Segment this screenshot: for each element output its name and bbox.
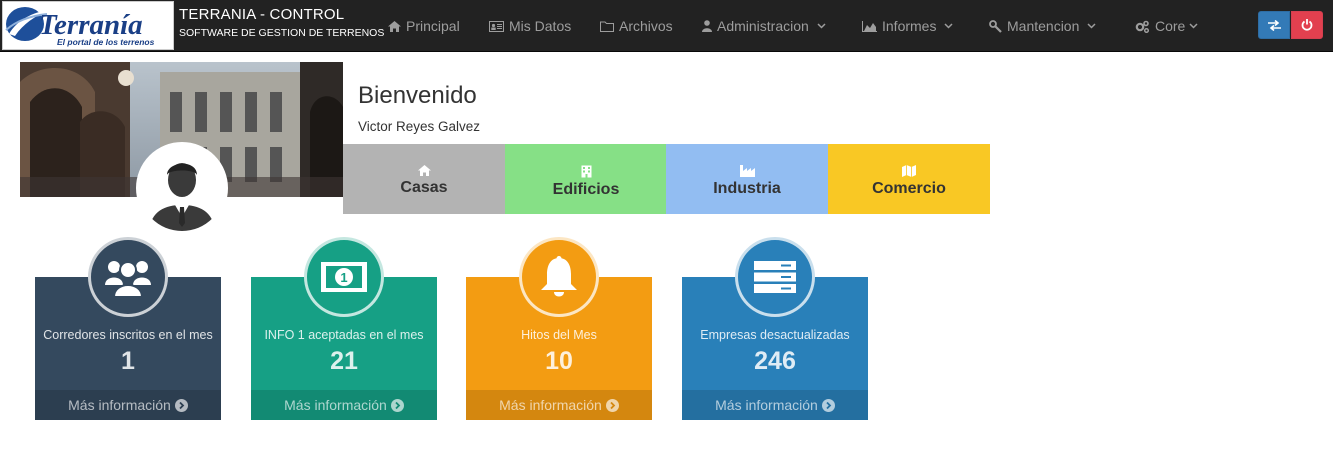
logout-button[interactable] <box>1291 11 1323 39</box>
user-icon <box>702 20 712 32</box>
category-label: Casas <box>400 179 448 196</box>
chevron-circle-right-icon <box>390 398 404 412</box>
more-info-link[interactable]: Más información <box>251 390 437 420</box>
brand: TERRANIA - CONTROL SOFTWARE DE GESTION D… <box>179 6 384 39</box>
chevron-down-icon <box>1189 23 1198 29</box>
area-chart-icon <box>862 20 877 32</box>
nav-administracion[interactable]: Administracion <box>702 0 826 52</box>
chevron-down-icon <box>944 23 953 29</box>
nav-mantencion[interactable]: Mantencion <box>989 0 1096 52</box>
stat-card-empresas: Empresas desactualizadas 246 Más informa… <box>682 237 868 420</box>
server-icon <box>735 237 815 317</box>
terrania-logo[interactable]: Terranía El portal de los terrenos <box>2 1 174 50</box>
id-card-icon <box>489 20 504 32</box>
stat-card-hitos: Hitos del Mes 10 Más información <box>466 237 652 420</box>
folder-icon <box>600 21 614 32</box>
chevron-circle-right-icon <box>605 398 619 412</box>
more-info-link[interactable]: Más información <box>466 390 652 420</box>
more-info-label: Más información <box>499 397 602 413</box>
nav-principal[interactable]: Principal <box>388 0 460 52</box>
wrench-icon <box>989 19 1002 33</box>
top-navbar: Terranía El portal de los terrenos TERRA… <box>0 0 1333 52</box>
stat-label: Hitos del Mes <box>521 328 597 342</box>
stat-card-corredores: Corredores inscritos en el mes 1 Más inf… <box>35 237 221 420</box>
stat-label: INFO 1 aceptadas en el mes <box>264 328 424 342</box>
stat-value: 246 <box>754 347 796 375</box>
chevron-down-icon <box>817 23 826 29</box>
stat-value: 1 <box>121 347 135 375</box>
user-name: Victor Reyes Galvez <box>358 119 481 134</box>
chevron-circle-right-icon <box>174 398 188 412</box>
category-label: Comercio <box>872 180 946 197</box>
home-icon <box>388 20 401 32</box>
nav-mis-datos[interactable]: Mis Datos <box>489 0 571 52</box>
nav-core[interactable]: Core <box>1135 0 1198 52</box>
users-icon <box>88 237 168 317</box>
more-info-link[interactable]: Más información <box>682 390 868 420</box>
brand-title: TERRANIA - CONTROL <box>179 6 345 23</box>
exchange-icon <box>1267 19 1281 31</box>
nav-label: Archivos <box>619 18 673 34</box>
category-label: Industria <box>713 180 781 197</box>
category-label: Edificios <box>552 181 620 198</box>
nav-label: Principal <box>406 18 460 34</box>
nav-label: Mis Datos <box>509 18 572 34</box>
more-info-label: Más información <box>715 397 818 413</box>
nav-informes[interactable]: Informes <box>862 0 953 52</box>
welcome-heading: Bienvenido <box>358 82 477 109</box>
category-industria[interactable]: Industria <box>666 144 828 214</box>
more-info-label: Más información <box>68 397 171 413</box>
map-icon <box>902 165 916 177</box>
stat-card-info1: 1 INFO 1 aceptadas en el mes 21 Más info… <box>251 237 437 420</box>
nav-label: Informes <box>882 18 937 34</box>
more-info-label: Más información <box>284 397 387 413</box>
more-info-link[interactable]: Más información <box>35 390 221 420</box>
chevron-circle-right-icon <box>821 398 835 412</box>
industry-icon <box>739 165 755 177</box>
building-icon <box>581 165 591 178</box>
stat-label: Corredores inscritos en el mes <box>43 328 213 342</box>
category-edificios[interactable]: Edificios <box>505 144 667 214</box>
swap-user-button[interactable] <box>1258 11 1290 39</box>
svg-text:1: 1 <box>340 270 347 285</box>
stat-label: Empresas desactualizadas <box>700 328 850 342</box>
home-icon <box>417 165 431 176</box>
logo-tagline: El portal de los terrenos <box>57 37 155 47</box>
chevron-down-icon <box>1087 23 1096 29</box>
category-comercio[interactable]: Comercio <box>828 144 990 214</box>
stat-value: 21 <box>330 347 358 375</box>
stat-value: 10 <box>545 347 573 375</box>
avatar <box>136 142 228 234</box>
nav-archivos[interactable]: Archivos <box>600 0 673 52</box>
category-casas[interactable]: Casas <box>343 144 505 214</box>
power-icon <box>1301 19 1313 31</box>
bell-icon <box>519 237 599 317</box>
nav-label: Administracion <box>717 18 809 34</box>
cogs-icon <box>1135 20 1150 33</box>
nav-label: Mantencion <box>1007 18 1080 34</box>
brand-subtitle: SOFTWARE DE GESTION DE TERRENOS <box>179 27 385 39</box>
money-icon: 1 <box>304 237 384 317</box>
nav-label: Core <box>1155 18 1186 34</box>
